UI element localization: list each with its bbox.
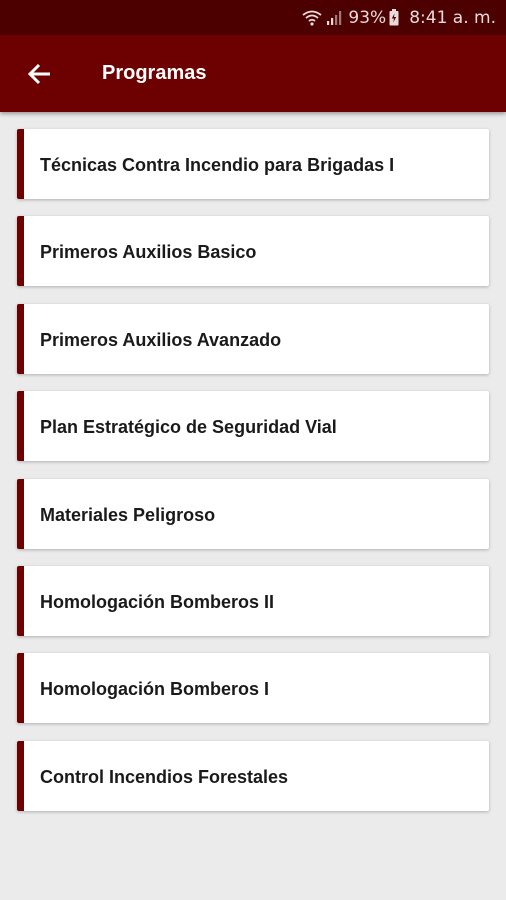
program-item[interactable]: Materiales Peligroso xyxy=(17,478,489,549)
program-item[interactable]: Homologación Bomberos II xyxy=(17,565,489,636)
program-label: Homologación Bomberos I xyxy=(40,679,270,700)
status-bar: 93% 8:41 a. m. xyxy=(0,0,506,35)
program-item[interactable]: Primeros Auxilios Basico xyxy=(17,216,489,287)
clock: 8:41 a. m. xyxy=(409,7,496,28)
status-icons: 93% 8:41 a. m. xyxy=(302,0,496,35)
program-label: Primeros Auxilios Avanzado xyxy=(40,329,282,350)
app-bar: Programas xyxy=(0,35,506,112)
program-list: Técnicas Contra Incendio para Brigadas I… xyxy=(17,129,489,828)
battery-percent: 93% xyxy=(348,7,387,28)
program-item[interactable]: Plan Estratégico de Seguridad Vial xyxy=(17,391,489,462)
program-item[interactable]: Control Incendios Forestales xyxy=(17,740,489,811)
arrow-back-icon xyxy=(26,62,52,86)
program-label: Control Incendios Forestales xyxy=(40,766,289,787)
program-label: Plan Estratégico de Seguridad Vial xyxy=(40,417,337,438)
program-label: Materiales Peligroso xyxy=(40,504,216,525)
program-label: Primeros Auxilios Basico xyxy=(40,242,257,263)
signal-icon xyxy=(326,10,342,26)
back-button[interactable] xyxy=(22,57,56,91)
wifi-icon xyxy=(302,10,322,26)
battery-icon xyxy=(389,9,399,26)
page-title: Programas xyxy=(102,62,207,84)
program-item[interactable]: Homologación Bomberos I xyxy=(17,653,489,724)
program-item[interactable]: Primeros Auxilios Avanzado xyxy=(17,303,489,374)
program-label: Homologación Bomberos II xyxy=(40,591,275,612)
program-item[interactable]: Técnicas Contra Incendio para Brigadas I xyxy=(17,129,489,199)
program-label: Técnicas Contra Incendio para Brigadas I xyxy=(40,155,395,175)
